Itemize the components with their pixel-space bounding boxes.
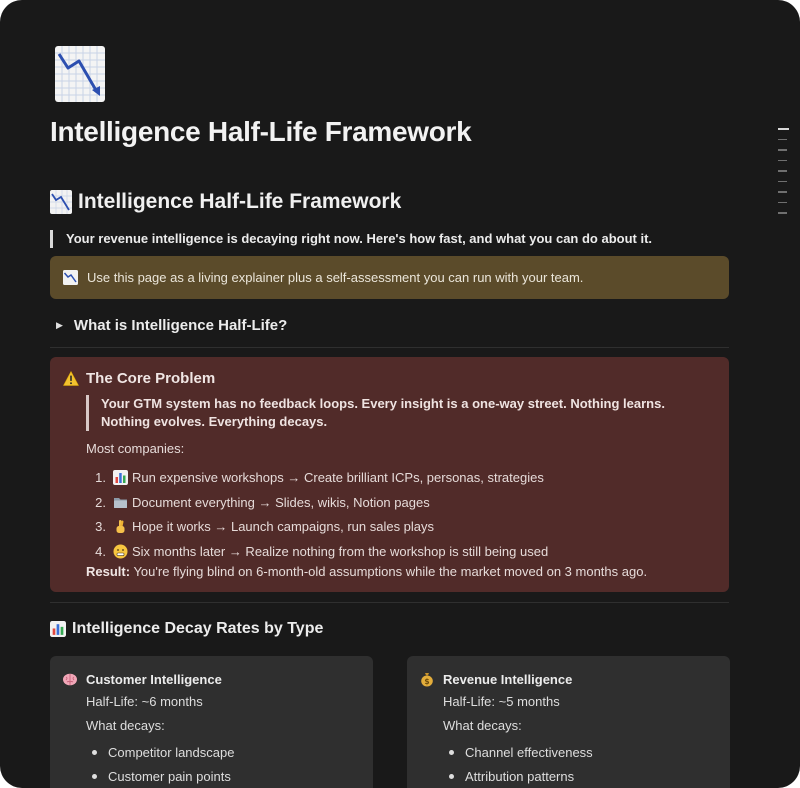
core-problem-quote: Your GTM system has no feedback loops. E… (86, 395, 691, 431)
card-what-decays: What decays: (443, 718, 522, 733)
toc-marker[interactable] (778, 201, 787, 203)
core-problem-result: Result: You're flying blind on 6-month-o… (86, 564, 647, 579)
list-number: 1. (95, 469, 106, 485)
list-number: 2. (95, 494, 106, 510)
grimace-face-icon (113, 544, 128, 559)
core-problem-heading: The Core Problem (63, 370, 215, 387)
toc-marker[interactable] (778, 191, 787, 193)
card-half-life: Half-Life: ~6 months (86, 694, 203, 709)
list-item-text: Six months later → Realize nothing from … (132, 543, 549, 559)
triangle-right-icon[interactable]: ▶ (56, 320, 63, 331)
card-half-life: Half-Life: ~5 months (443, 694, 560, 709)
revenue-intelligence-card: $ Revenue Intelligence Half-Life: ~5 mon… (407, 656, 730, 788)
toggle-what-is-half-life[interactable]: ▶ What is Intelligence Half-Life? (56, 317, 287, 334)
bullet-list: Channel effectiveness Attribution patter… (443, 740, 593, 788)
numbered-list: 1. Run expensive workshops → Create bril… (86, 465, 548, 564)
list-item: Competitor landscape (86, 740, 234, 764)
money-bag-icon: $ (421, 673, 433, 687)
bar-chart-icon (113, 469, 128, 485)
list-item-text: Hope it works → Launch campaigns, run sa… (132, 519, 435, 535)
bullet-icon (449, 773, 454, 779)
list-item-text: Competitor landscape (108, 744, 235, 760)
list-item: Channel effectiveness (443, 740, 593, 764)
core-problem-lead: Most companies: (86, 441, 185, 456)
page-title[interactable]: Intelligence Half-Life Framework (50, 116, 472, 148)
info-callout-text: Use this page as a living explainer plus… (87, 270, 584, 285)
table-of-contents-rail[interactable] (778, 128, 789, 223)
bullet-icon (449, 749, 454, 755)
folder-icon (114, 497, 127, 508)
toc-marker[interactable] (778, 212, 787, 214)
list-number: 3. (95, 519, 106, 535)
toc-marker[interactable] (778, 128, 789, 130)
result-label: Result: (86, 564, 131, 579)
list-item: Attribution patterns (443, 764, 593, 788)
list-item-text: Document everything → Slides, wikis, Not… (132, 494, 430, 510)
chart-decreasing-icon (50, 190, 72, 214)
decay-section-heading: Intelligence Decay Rates by Type (50, 620, 323, 638)
core-problem-title: The Core Problem (86, 370, 216, 387)
chart-decreasing-icon[interactable] (55, 46, 105, 102)
bullet-list: Competitor landscape Customer pain point… (86, 740, 234, 788)
list-item: 3. Hope it works → Launch campaigns, run… (86, 514, 548, 539)
result-text: You're flying blind on 6-month-old assum… (130, 564, 648, 579)
list-item: Customer pain points (86, 764, 234, 788)
toc-marker[interactable] (778, 180, 787, 182)
app-window: Intelligence Half-Life Framework Intelli… (0, 0, 800, 788)
toc-marker[interactable] (778, 149, 787, 151)
toc-marker[interactable] (778, 138, 787, 140)
toggle-label: What is Intelligence Half-Life? (73, 317, 288, 334)
svg-text:$: $ (424, 677, 429, 686)
list-item-text: Channel effectiveness (465, 744, 593, 760)
customer-intelligence-card: Customer Intelligence Half-Life: ~6 mont… (50, 656, 373, 788)
toc-marker[interactable] (778, 159, 787, 161)
decay-section-title: Intelligence Decay Rates by Type (72, 620, 324, 637)
card-what-decays: What decays: (86, 718, 165, 733)
list-item: 2. Document everything → Slides, wikis, … (86, 490, 548, 515)
toc-marker[interactable] (778, 170, 787, 172)
bullet-icon (92, 749, 97, 755)
divider (50, 347, 729, 348)
card-heading: Customer Intelligence (62, 671, 222, 687)
bar-chart-icon (50, 621, 66, 637)
list-item: 4. Six months later → Realize nothing fr… (86, 539, 548, 564)
card-title: Revenue Intelligence (443, 671, 573, 687)
card-title: Customer Intelligence (86, 671, 222, 687)
divider (50, 602, 729, 603)
bullet-icon (92, 773, 97, 779)
heading-1: Intelligence Half-Life Framework (50, 190, 401, 214)
crossed-fingers-icon (116, 520, 125, 534)
brain-icon (63, 673, 77, 686)
core-problem-callout: The Core Problem Your GTM system has no … (50, 357, 729, 592)
list-item-text: Attribution patterns (465, 768, 575, 784)
info-callout: Use this page as a living explainer plus… (50, 256, 729, 299)
chart-decreasing-icon (63, 270, 78, 285)
card-heading: $ Revenue Intelligence (419, 671, 572, 687)
intro-quote: Your revenue intelligence is decaying ri… (50, 230, 652, 248)
list-item: 1. Run expensive workshops → Create bril… (86, 465, 548, 490)
heading-1-text: Intelligence Half-Life Framework (78, 190, 402, 213)
warning-icon (63, 371, 79, 386)
list-item-text: Run expensive workshops → Create brillia… (132, 469, 544, 485)
list-item-text: Customer pain points (108, 768, 231, 784)
list-number: 4. (95, 543, 106, 559)
